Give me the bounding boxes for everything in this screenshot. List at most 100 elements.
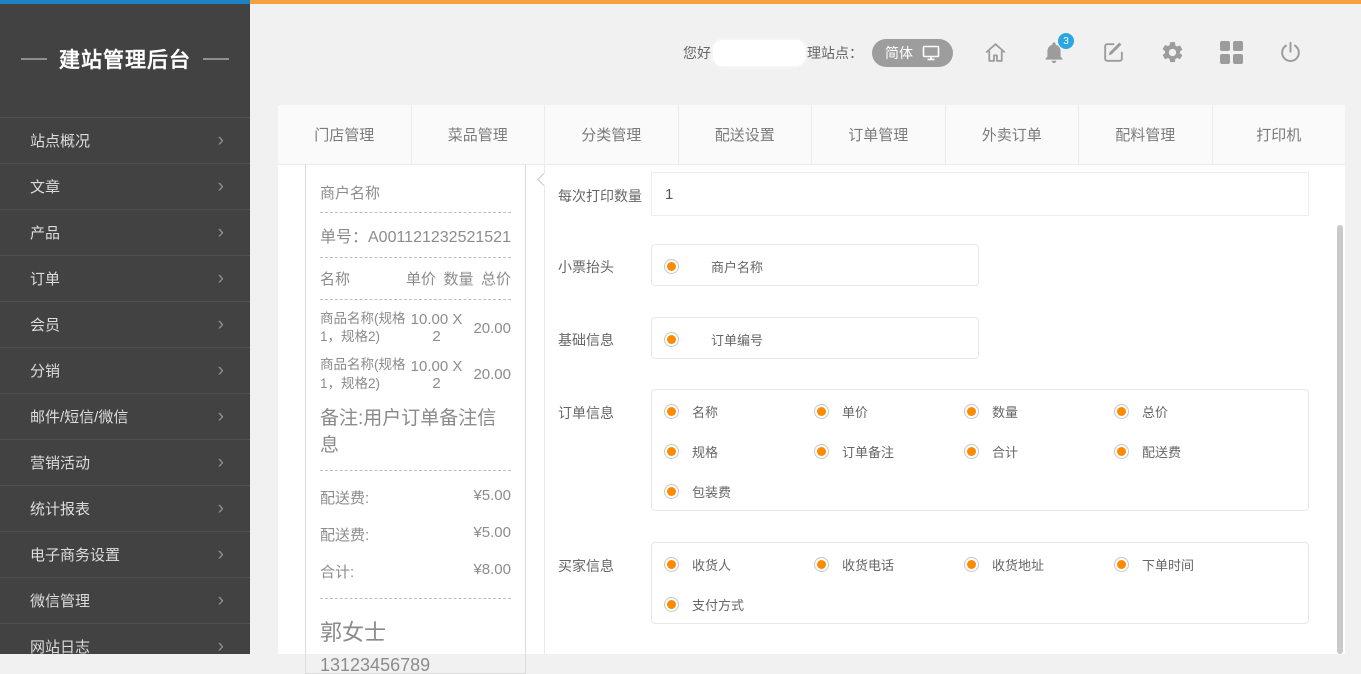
- receipt-note: 备注:用户订单备注信息: [320, 405, 511, 460]
- radio-option-label: 规格: [692, 442, 718, 461]
- tab[interactable]: 配送设置: [678, 105, 812, 164]
- radio-option-label: 合计: [992, 442, 1018, 461]
- sidebar-item-label: 邮件/短信/微信: [30, 406, 128, 427]
- radio-option-label: 名称: [692, 402, 718, 421]
- tab-bar: 门店管理 菜品管理 分类管理 配送设置 订单管理: [278, 105, 1345, 165]
- radio-selected-icon[interactable]: [664, 404, 679, 419]
- header-top-strip: [250, 0, 1361, 4]
- radio-option-label: 收货人: [692, 555, 731, 574]
- radio-option-label: 支付方式: [692, 595, 744, 614]
- apps-button[interactable]: [1218, 38, 1244, 66]
- buyer-info-options: 收货人 收货电话 收货地址: [651, 542, 1309, 624]
- radio-selected-icon[interactable]: [1114, 444, 1129, 459]
- sidebar-item[interactable]: 微信管理 ›: [0, 577, 250, 623]
- section-label-basic-info: 基础信息: [558, 330, 614, 350]
- tab[interactable]: 菜品管理: [411, 105, 545, 164]
- content-area: 商户名称 单号：A001121232521521 名称 单价 数量 总价: [278, 165, 1345, 654]
- radio-option: 规格: [652, 431, 802, 471]
- radio-selected-icon[interactable]: [964, 404, 979, 419]
- sidebar: 建站管理后台 站点概况 › 文章 › 产品 ›: [0, 4, 250, 654]
- tab[interactable]: 配料管理: [1078, 105, 1212, 164]
- receipt-fees: 配送费: ¥5.00 配送费: ¥5.00 合计: ¥8.00: [320, 487, 511, 582]
- radio-option: 包装费: [652, 471, 802, 511]
- sidebar-item[interactable]: 电子商务设置 ›: [0, 531, 250, 577]
- logout-button[interactable]: [1277, 38, 1303, 66]
- tab[interactable]: 外卖订单: [945, 105, 1079, 164]
- sidebar-item[interactable]: 文章 ›: [0, 163, 250, 209]
- home-button[interactable]: [982, 38, 1008, 66]
- monitor-icon: [922, 45, 940, 61]
- buyer-phone: 13123456789: [320, 655, 511, 674]
- sidebar-item[interactable]: 营销活动 ›: [0, 439, 250, 485]
- tab[interactable]: 订单管理: [811, 105, 945, 164]
- radio-selected-icon[interactable]: [1114, 404, 1129, 419]
- notifications-button[interactable]: 3: [1041, 38, 1067, 66]
- sidebar-item-label: 会员: [30, 314, 60, 335]
- scrollbar-thumb[interactable]: [1337, 225, 1343, 654]
- print-count-input[interactable]: [651, 172, 1309, 216]
- settings-button[interactable]: [1159, 38, 1185, 66]
- chevron-right-icon: ›: [218, 315, 224, 334]
- edit-button[interactable]: [1100, 38, 1126, 66]
- radio-selected-icon[interactable]: [814, 557, 829, 572]
- radio-option: 数量: [952, 391, 1102, 431]
- sidebar-item[interactable]: 产品 ›: [0, 209, 250, 255]
- radio-option: 订单编号: [652, 319, 978, 359]
- receipt-header-options: 商户名称: [651, 244, 979, 286]
- receipt-preview: 商户名称 单号：A001121232521521 名称 单价 数量 总价: [305, 164, 526, 674]
- sidebar-item[interactable]: 网站日志 ›: [0, 623, 250, 669]
- radio-selected-icon[interactable]: [664, 444, 679, 459]
- radio-selected-icon[interactable]: [664, 484, 679, 499]
- radio-option-label: 收货电话: [842, 555, 894, 574]
- radio-selected-icon[interactable]: [964, 444, 979, 459]
- receipt-divider: [320, 257, 511, 258]
- chevron-right-icon: ›: [218, 453, 224, 472]
- chevron-right-icon: ›: [218, 407, 224, 426]
- radio-option-label: 配送费: [1142, 442, 1181, 461]
- col-name: 名称: [320, 268, 406, 289]
- tab-label: 配料管理: [1115, 124, 1175, 145]
- receipt-merchant-name: 商户名称: [320, 182, 511, 203]
- receipt-divider: [320, 212, 511, 213]
- fee-value: ¥8.00: [473, 561, 511, 582]
- radio-selected-icon[interactable]: [664, 557, 679, 572]
- radio-selected-icon[interactable]: [664, 259, 679, 274]
- receipt-items: 商品名称(规格1，规格2) 10.00 X 2 20.00 商品名称(规格1，规…: [320, 310, 511, 393]
- tab[interactable]: 分类管理: [544, 105, 678, 164]
- tab[interactable]: 门店管理: [278, 105, 411, 164]
- radio-selected-icon[interactable]: [814, 444, 829, 459]
- radio-selected-icon[interactable]: [964, 557, 979, 572]
- col-price: 单价: [406, 268, 436, 289]
- sidebar-item[interactable]: 站点概况 ›: [0, 117, 250, 163]
- sidebar-item[interactable]: 邮件/短信/微信 ›: [0, 393, 250, 439]
- sidebar-item[interactable]: 统计报表 ›: [0, 485, 250, 531]
- radio-option-label: 单价: [842, 402, 868, 421]
- title-dash: [21, 58, 47, 60]
- receipt-table-header: 名称 单价 数量 总价: [320, 268, 511, 289]
- radio-option-label: 包装费: [692, 482, 731, 501]
- chevron-right-icon: ›: [218, 131, 224, 150]
- grid-icon: [1220, 41, 1243, 64]
- language-pill-button[interactable]: 简体: [872, 39, 953, 67]
- language-pill-label: 简体: [885, 43, 913, 63]
- tab[interactable]: 打印机: [1212, 105, 1346, 164]
- main-panel: 门店管理 菜品管理 分类管理 配送设置 订单管理: [278, 105, 1345, 654]
- censored-username: [713, 40, 805, 66]
- receipt-order-number: 单号：A001121232521521: [320, 223, 511, 247]
- sidebar-item[interactable]: 分销 ›: [0, 347, 250, 393]
- chevron-right-icon: ›: [218, 591, 224, 610]
- radio-selected-icon[interactable]: [664, 597, 679, 612]
- radio-selected-icon[interactable]: [1114, 557, 1129, 572]
- sidebar-item-label: 统计报表: [30, 498, 90, 519]
- tab-label: 分类管理: [581, 124, 641, 145]
- print-count-label: 每次打印数量: [558, 186, 642, 206]
- radio-option-label: 商户名称: [711, 257, 763, 276]
- sidebar-item[interactable]: 会员 ›: [0, 301, 250, 347]
- radio-option-label: 订单编号: [711, 330, 763, 349]
- radio-option: 支付方式: [652, 584, 802, 624]
- sidebar-item[interactable]: 订单 ›: [0, 255, 250, 301]
- radio-option: 订单备注: [802, 431, 952, 471]
- tab-label: 门店管理: [314, 124, 374, 145]
- radio-selected-icon[interactable]: [664, 332, 679, 347]
- radio-selected-icon[interactable]: [814, 404, 829, 419]
